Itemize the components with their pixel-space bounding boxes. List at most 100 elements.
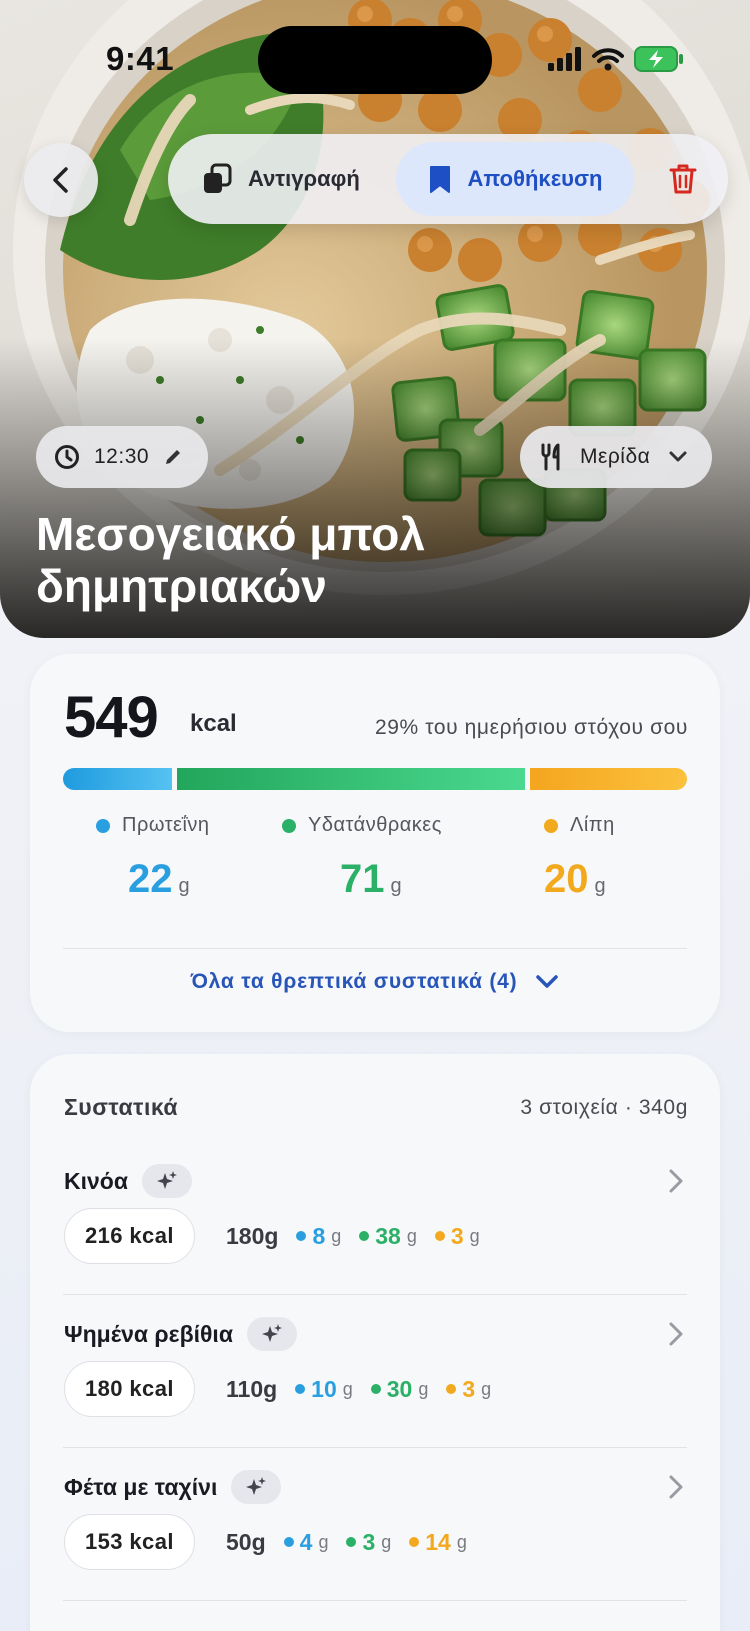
unit: g [342,1378,353,1399]
macro-unit: g [178,875,190,897]
sparkle-icon [261,1324,282,1342]
all-nutrients-label: Όλα τα θρεπτικά συστατικά (4) [190,970,518,993]
fat-dot [434,1231,445,1241]
macro-value: 20 [544,857,589,901]
signal-icon [548,47,581,71]
copy-label: Αντιγραφή [248,166,360,191]
carbs-dot [359,1231,370,1241]
chevron-right-icon [669,1169,683,1193]
macro-carbs: Υδατάνθρακες 71 g [282,814,502,902]
unit: g [456,1531,467,1552]
back-icon [53,167,68,193]
ingredient-row[interactable]: Κινόα 216 kcal 180g 8g 38 g 3g [30,1146,720,1298]
copy-icon [204,163,232,193]
clock-icon [55,445,79,469]
ingredient-carbs: 3 [362,1528,376,1555]
carbs-dot [346,1537,357,1547]
save-button[interactable]: Αποθήκευση [396,142,634,216]
ingredient-row[interactable]: Φέτα με ταχίνι 153 kcal 50g 4g 3g 14 g [30,1452,720,1604]
unit: g [406,1225,417,1246]
ingredient-fat: 3 [450,1222,464,1249]
ingredient-fat: 3 [462,1375,476,1402]
delete-button[interactable] [660,156,706,202]
ingredient-protein: 4 [299,1528,313,1555]
action-bar: Αντιγραφή Αποθήκευση [168,134,728,224]
macro-bar-protein [63,768,173,790]
macro-bar-carbs [177,768,526,790]
unit: g [469,1225,480,1246]
ingredient-kcal: 216 kcal [64,1208,195,1264]
portion-label: Μερίδα [580,445,651,468]
meal-time-pill[interactable]: 12:30 [36,426,208,488]
fat-dot [446,1384,457,1394]
portion-selector[interactable]: Μερίδα [520,426,712,488]
macro-value: 22 [128,857,173,901]
wifi-icon [592,48,624,71]
kcal-unit: kcal [190,710,237,737]
macro-label: Υδατάνθρακες [308,814,442,836]
pencil-icon [166,450,181,464]
battery-icon [634,46,683,72]
save-label: Αποθήκευση [467,166,603,191]
macro-bar [63,768,687,790]
sparkle-icon [156,1171,177,1189]
divider [63,1294,687,1295]
protein-dot [283,1537,294,1547]
sparkle-icon [246,1477,267,1495]
divider [63,948,687,949]
ai-estimate-badge [231,1470,282,1504]
daily-goal-text: 29% του ημερήσιου στόχου σου [374,716,688,739]
divider [63,1447,687,1448]
total-kcal: 549 [64,685,159,750]
ingredient-carbs: 38 [375,1222,401,1249]
ingredients-summary: 3 στοιχεία · 340g [520,1096,688,1119]
ingredient-row[interactable]: Ψημένα ρεβίθια 180 kcal 110g 10 g 30 g 3g [30,1299,720,1451]
fat-dot [409,1537,420,1547]
back-button[interactable] [24,143,98,217]
ingredient-protein: 10 [311,1375,337,1402]
unit: g [318,1531,329,1552]
chevron-down-icon [669,451,687,462]
ingredient-grams: 50g [226,1528,266,1555]
ingredient-grams: 110g [226,1375,278,1402]
dynamic-island [258,26,492,94]
macro-fat: Λίπη 20 g [544,814,750,902]
carbs-dot [282,818,296,833]
ai-estimate-badge [141,1164,192,1198]
nutrition-card: 549 kcal 29% του ημερήσιου στόχου σου Πρ… [30,654,720,1032]
macro-value: 71 [340,857,385,901]
macro-unit: g [390,875,402,897]
bookmark-icon [429,166,450,193]
ingredients-title: Συστατικά [64,1094,179,1120]
ingredient-fat: 14 [425,1528,451,1555]
macro-label: Λίπη [570,814,615,836]
protein-dot [295,1384,306,1394]
ingredients-card: Συστατικά 3 στοιχεία · 340g Κινόα 216 kc… [30,1054,720,1631]
meal-time: 12:30 [94,445,150,468]
ingredient-name: Κινόα [64,1167,128,1194]
macro-unit: g [594,875,606,897]
divider [63,1600,687,1601]
status-icons [548,46,684,72]
all-nutrients-button[interactable]: Όλα τα θρεπτικά συστατικά (4) [30,970,720,994]
unit: g [481,1378,492,1399]
ingredient-kcal: 153 kcal [64,1514,195,1570]
unit: g [331,1225,342,1246]
ingredient-protein: 8 [312,1222,326,1249]
fat-dot [544,818,558,833]
chevron-right-icon [669,1322,683,1346]
protein-dot [296,1231,307,1241]
chevron-right-icon [669,1475,683,1499]
trash-icon [669,164,697,194]
unit: g [381,1531,392,1552]
fork-knife-icon [541,443,560,471]
ingredient-kcal: 180 kcal [64,1361,195,1417]
hero-image: 9:41 Αντιγραφή Αποθήκευση 12:30 Μερίδα Μ… [0,0,750,638]
macro-bar-fat [530,768,687,790]
ingredient-grams: 180g [226,1222,279,1249]
chevron-down-icon [536,975,559,988]
copy-button[interactable]: Αντιγραφή [202,134,360,224]
ingredient-carbs: 30 [386,1375,413,1402]
meal-title: Μεσογειακό μπολ δημητριακών [36,508,425,612]
protein-dot [96,818,110,833]
